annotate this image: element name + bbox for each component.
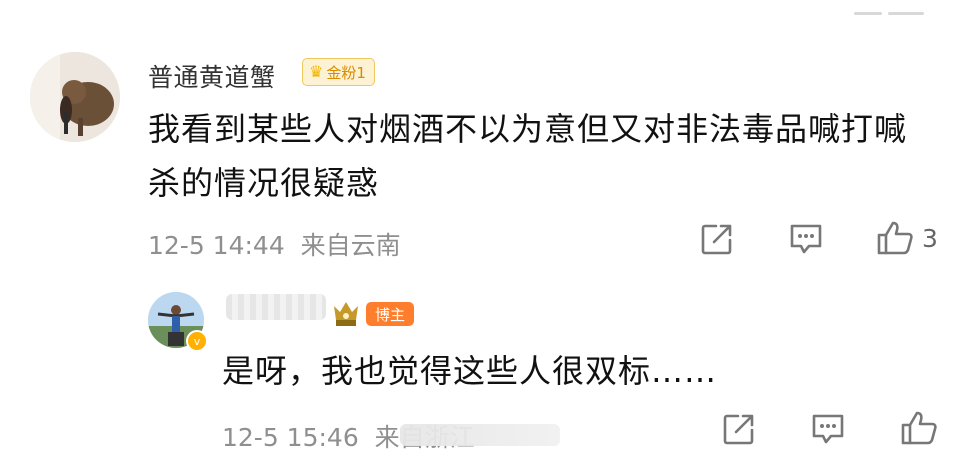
vip-level-icon xyxy=(334,302,358,326)
comment-meta: 12-5 14:44 来自云南 xyxy=(148,231,401,260)
reply-text: 是呀，我也觉得这些人很双标…… xyxy=(222,352,718,390)
comment-text: 我看到某些人对烟酒不以为意但又对非法毒品喊打喊杀的情况很疑惑 xyxy=(148,110,908,202)
fan-badge: ♛ 金粉1 xyxy=(302,58,375,86)
reply-share-button[interactable] xyxy=(722,412,756,446)
comment-icon xyxy=(812,414,844,444)
blur-overlay xyxy=(400,424,560,446)
share-button[interactable] xyxy=(700,222,734,256)
reply-comment-button[interactable] xyxy=(810,412,846,446)
commenter-avatar-image xyxy=(30,52,120,142)
like-icon xyxy=(901,411,937,445)
crown-icon: ♛ xyxy=(309,62,324,81)
verified-badge-icon: v xyxy=(186,330,208,352)
commenter-username[interactable]: 普通黄道蟹 xyxy=(148,58,276,94)
host-badge: 博主 xyxy=(366,302,415,326)
comment-button[interactable] xyxy=(788,222,824,256)
like-icon xyxy=(877,221,913,255)
top-edge-hint xyxy=(854,0,944,15)
commenter-avatar[interactable] xyxy=(30,52,120,142)
reply-username-masked[interactable] xyxy=(226,294,326,320)
fan-badge-label: 金粉1 xyxy=(326,63,366,82)
comment-icon xyxy=(790,224,822,254)
like-count: 3 xyxy=(922,223,938,253)
reply-like-button[interactable] xyxy=(900,410,938,446)
share-icon xyxy=(701,224,732,255)
share-icon xyxy=(723,414,754,445)
like-button[interactable]: 3 xyxy=(876,220,938,256)
